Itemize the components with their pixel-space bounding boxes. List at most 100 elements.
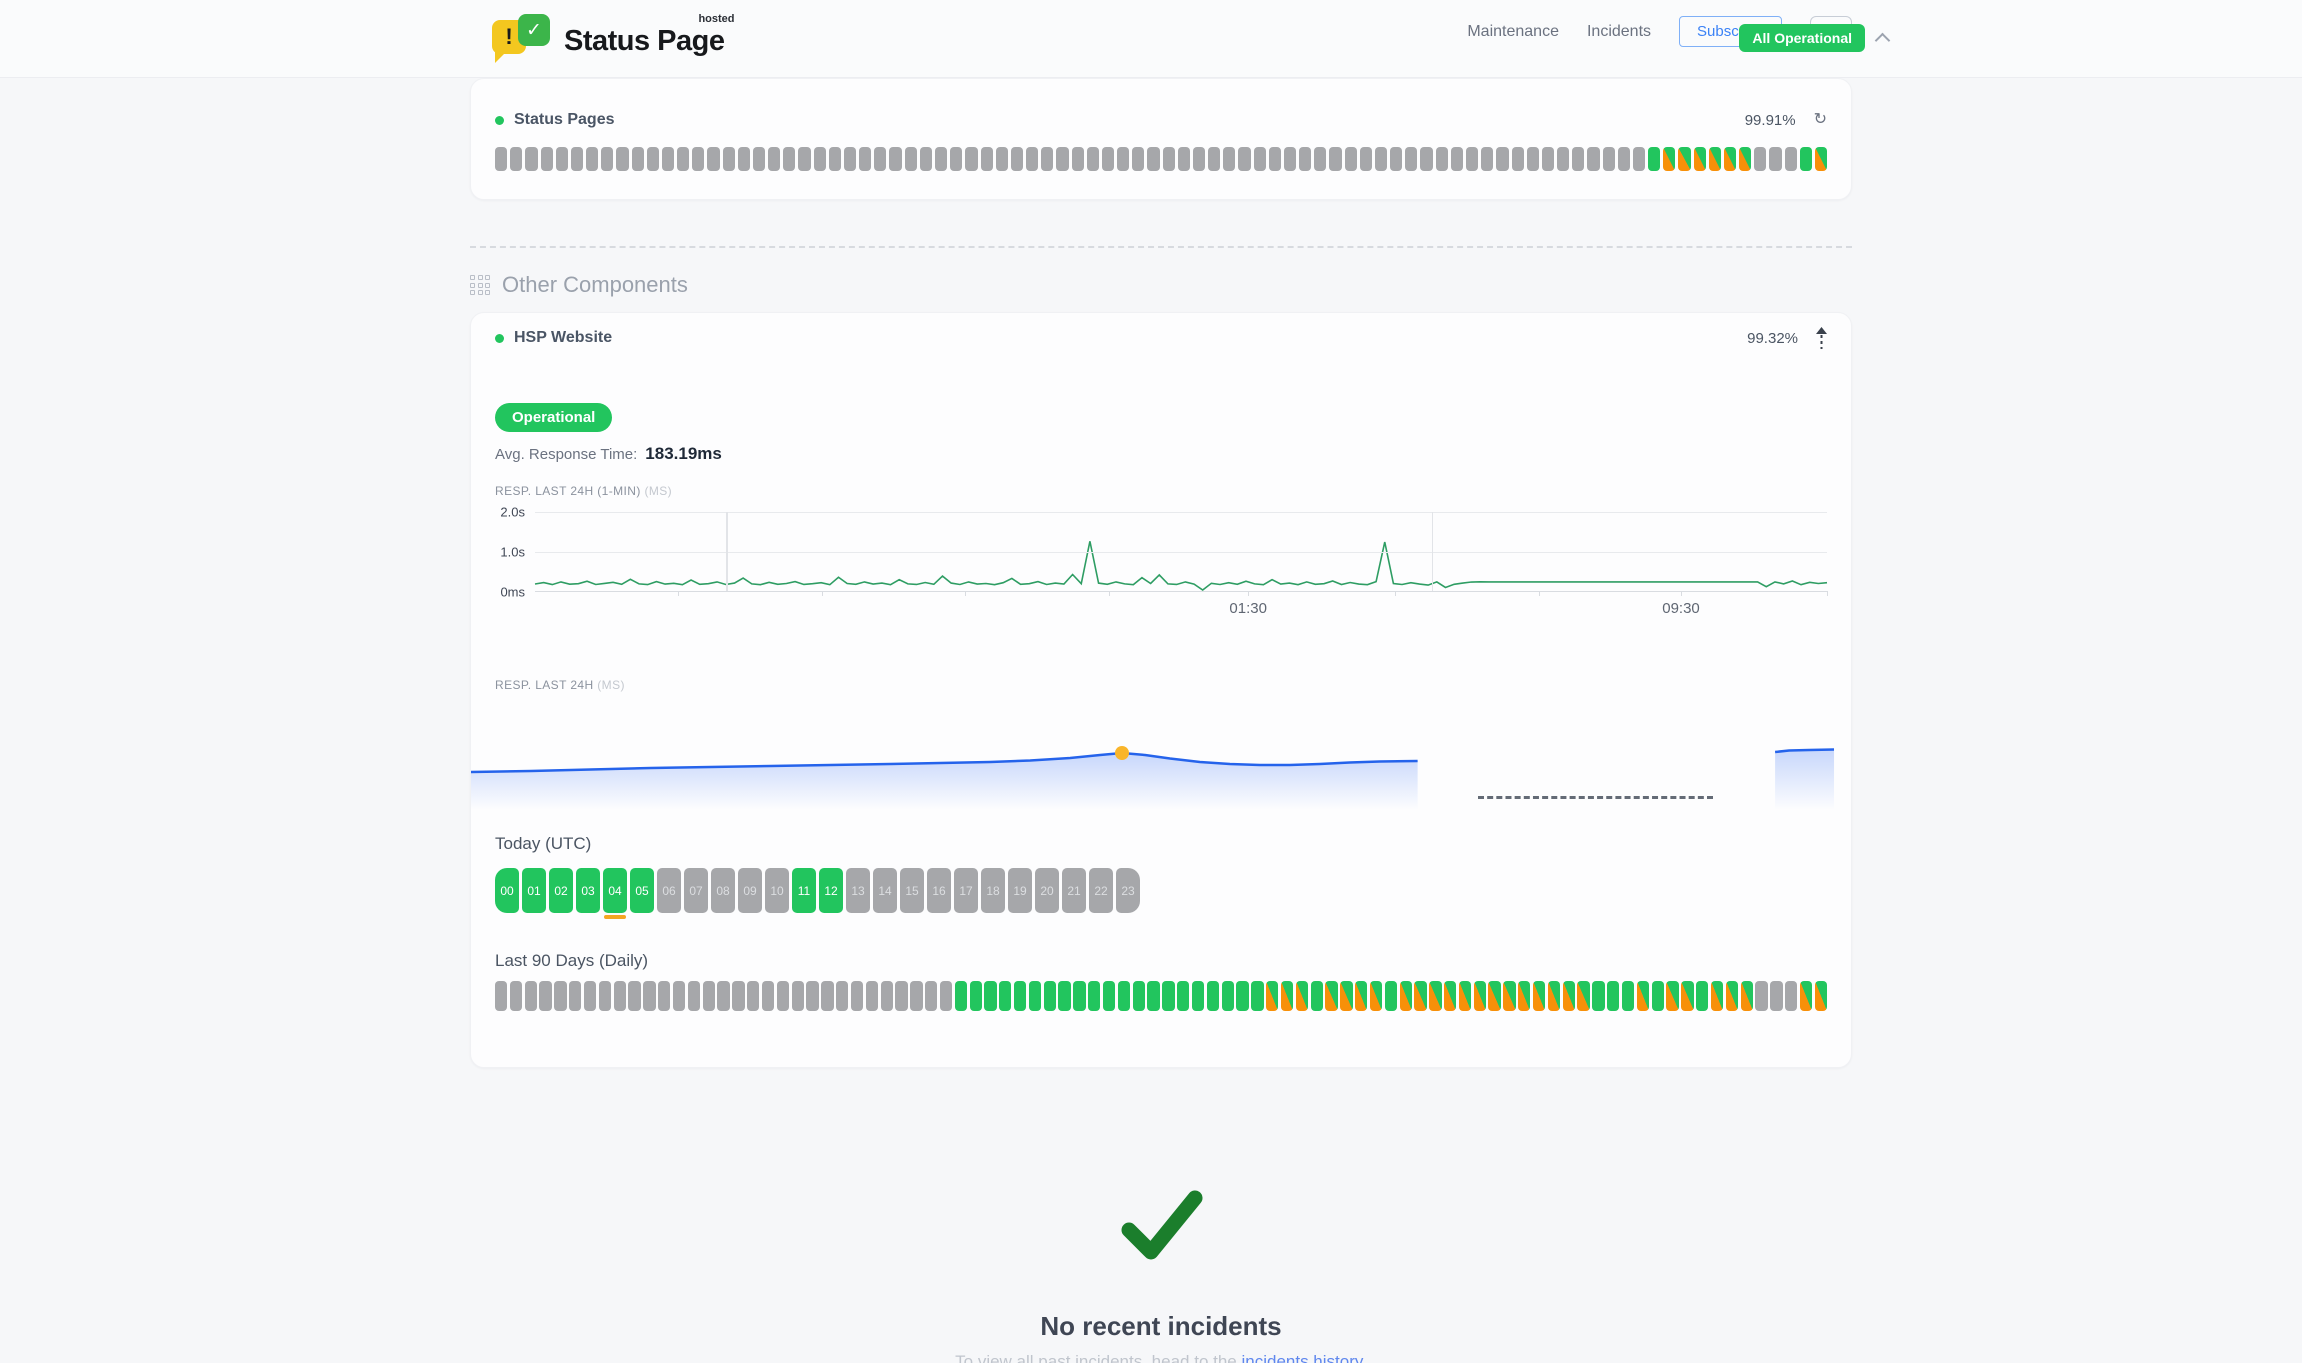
daily-uptime-bar[interactable] bbox=[747, 981, 759, 1011]
daily-uptime-bar[interactable] bbox=[1563, 981, 1575, 1011]
daily-uptime-bar[interactable] bbox=[1637, 981, 1649, 1011]
daily-uptime-bar[interactable] bbox=[777, 981, 789, 1011]
daily-uptime-bar[interactable] bbox=[688, 981, 700, 1011]
uptime-bar[interactable] bbox=[662, 147, 674, 171]
daily-uptime-bar[interactable] bbox=[1073, 981, 1085, 1011]
daily-uptime-bar[interactable] bbox=[955, 981, 967, 1011]
uptime-bar[interactable] bbox=[965, 147, 977, 171]
daily-uptime-bar[interactable] bbox=[806, 981, 818, 1011]
uptime-bar[interactable] bbox=[1026, 147, 1038, 171]
app-logo[interactable]: ! ✓ hostedStatus Page bbox=[492, 14, 725, 60]
hour-block-21[interactable]: 21 bbox=[1062, 868, 1086, 913]
hour-block-23[interactable]: 23 bbox=[1116, 868, 1140, 913]
uptime-bar[interactable] bbox=[1709, 147, 1721, 171]
uptime-bar[interactable] bbox=[616, 147, 628, 171]
uptime-bar[interactable] bbox=[1451, 147, 1463, 171]
uptime-bar[interactable] bbox=[1663, 147, 1675, 171]
daily-uptime-bar[interactable] bbox=[1755, 981, 1767, 1011]
daily-uptime-bar[interactable] bbox=[1429, 981, 1441, 1011]
uptime-bar[interactable] bbox=[647, 147, 659, 171]
uptime-bar[interactable] bbox=[707, 147, 719, 171]
uptime-bar[interactable] bbox=[1269, 147, 1281, 171]
chart-plot-area[interactable]: 01:3009:30 bbox=[535, 512, 1827, 592]
daily-uptime-bar[interactable] bbox=[1711, 981, 1723, 1011]
daily-uptime-bar[interactable] bbox=[1577, 981, 1589, 1011]
daily-uptime-bar[interactable] bbox=[673, 981, 685, 1011]
nav-incidents[interactable]: Incidents bbox=[1587, 23, 1651, 41]
daily-uptime-bar[interactable] bbox=[925, 981, 937, 1011]
daily-uptime-bar[interactable] bbox=[895, 981, 907, 1011]
daily-uptime-bar[interactable] bbox=[984, 981, 996, 1011]
daily-uptime-bar[interactable] bbox=[628, 981, 640, 1011]
uptime-bar[interactable] bbox=[814, 147, 826, 171]
nav-maintenance[interactable]: Maintenance bbox=[1467, 23, 1559, 41]
uptime-bar[interactable] bbox=[874, 147, 886, 171]
uptime-bar[interactable] bbox=[920, 147, 932, 171]
daily-uptime-bar[interactable] bbox=[1207, 981, 1219, 1011]
daily-uptime-bar[interactable] bbox=[1592, 981, 1604, 1011]
hour-block-10[interactable]: 10 bbox=[765, 868, 789, 913]
uptime-bar[interactable] bbox=[1087, 147, 1099, 171]
uptime-bar[interactable] bbox=[1345, 147, 1357, 171]
daily-uptime-bar[interactable] bbox=[1622, 981, 1634, 1011]
uptime-bar[interactable] bbox=[1724, 147, 1736, 171]
response-area-chart[interactable] bbox=[471, 706, 1841, 810]
hour-block-20[interactable]: 20 bbox=[1035, 868, 1059, 913]
uptime-bar[interactable] bbox=[1132, 147, 1144, 171]
uptime-bar[interactable] bbox=[1193, 147, 1205, 171]
daily-uptime-bar[interactable] bbox=[1488, 981, 1500, 1011]
uptime-bar[interactable] bbox=[1769, 147, 1781, 171]
daily-uptime-bar[interactable] bbox=[1681, 981, 1693, 1011]
daily-uptime-bar[interactable] bbox=[1444, 981, 1456, 1011]
uptime-bar[interactable] bbox=[1587, 147, 1599, 171]
daily-uptime-bar[interactable] bbox=[1118, 981, 1130, 1011]
uptime-bar[interactable] bbox=[1390, 147, 1402, 171]
hour-block-14[interactable]: 14 bbox=[873, 868, 897, 913]
daily-uptime-bar[interactable] bbox=[658, 981, 670, 1011]
daily-uptime-bar[interactable] bbox=[1177, 981, 1189, 1011]
uptime-bar[interactable] bbox=[1299, 147, 1311, 171]
uptime-bar[interactable] bbox=[1072, 147, 1084, 171]
daily-uptime-bar[interactable] bbox=[1266, 981, 1278, 1011]
uptime-bar[interactable] bbox=[798, 147, 810, 171]
uptime-bar[interactable] bbox=[571, 147, 583, 171]
hour-block-04[interactable]: 04 bbox=[603, 868, 627, 913]
daily-uptime-bar[interactable] bbox=[1162, 981, 1174, 1011]
uptime-bar[interactable] bbox=[905, 147, 917, 171]
daily-uptime-bar[interactable] bbox=[1058, 981, 1070, 1011]
uptime-bar[interactable] bbox=[981, 147, 993, 171]
daily-uptime-bar[interactable] bbox=[1726, 981, 1738, 1011]
uptime-bar[interactable] bbox=[950, 147, 962, 171]
uptime-bar[interactable] bbox=[844, 147, 856, 171]
uptime-bar[interactable] bbox=[601, 147, 613, 171]
daily-uptime-bar[interactable] bbox=[999, 981, 1011, 1011]
daily-uptime-bar[interactable] bbox=[1770, 981, 1782, 1011]
incidents-history-link[interactable]: incidents history. bbox=[1241, 1352, 1366, 1363]
daily-uptime-bar[interactable] bbox=[525, 981, 537, 1011]
daily-uptime-bar[interactable] bbox=[1741, 981, 1753, 1011]
uptime-bar[interactable] bbox=[1329, 147, 1341, 171]
hour-block-08[interactable]: 08 bbox=[711, 868, 735, 913]
uptime-bar[interactable] bbox=[1284, 147, 1296, 171]
daily-uptime-bar[interactable] bbox=[1281, 981, 1293, 1011]
uptime-bar[interactable] bbox=[1147, 147, 1159, 171]
hour-block-13[interactable]: 13 bbox=[846, 868, 870, 913]
daily-uptime-bar[interactable] bbox=[792, 981, 804, 1011]
daily-uptime-bar[interactable] bbox=[881, 981, 893, 1011]
daily-uptime-bar[interactable] bbox=[554, 981, 566, 1011]
daily-uptime-bar[interactable] bbox=[1370, 981, 1382, 1011]
daily-uptime-bar[interactable] bbox=[1518, 981, 1530, 1011]
daily-uptime-bar[interactable] bbox=[910, 981, 922, 1011]
daily-uptime-bar[interactable] bbox=[1652, 981, 1664, 1011]
uptime-bar[interactable] bbox=[829, 147, 841, 171]
daily-uptime-bar[interactable] bbox=[1192, 981, 1204, 1011]
daily-uptime-bar[interactable] bbox=[732, 981, 744, 1011]
daily-uptime-bar[interactable] bbox=[1088, 981, 1100, 1011]
uptime-bar[interactable] bbox=[1527, 147, 1539, 171]
daily-uptime-bar[interactable] bbox=[614, 981, 626, 1011]
hour-block-17[interactable]: 17 bbox=[954, 868, 978, 913]
uptime-bar[interactable] bbox=[1618, 147, 1630, 171]
daily-uptime-bar[interactable] bbox=[1400, 981, 1412, 1011]
uptime-bar[interactable] bbox=[1557, 147, 1569, 171]
daily-uptime-bar[interactable] bbox=[643, 981, 655, 1011]
